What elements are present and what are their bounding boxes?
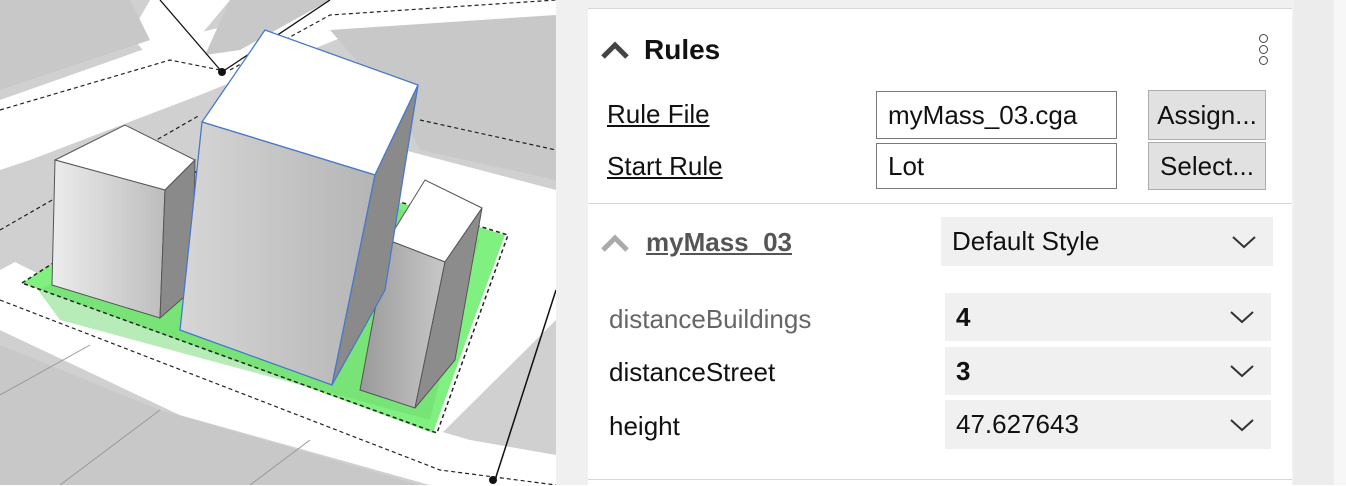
attr-value: 3 bbox=[956, 355, 971, 386]
splitter[interactable] bbox=[556, 0, 578, 485]
attr-dropdown-height[interactable]: 47.627643 bbox=[945, 400, 1271, 449]
mass-rule-title[interactable]: myMass_03 bbox=[646, 227, 792, 258]
attr-dropdown-distance-street[interactable]: 3 bbox=[945, 347, 1271, 395]
select-button[interactable]: Select... bbox=[1148, 142, 1266, 190]
chevron-down-icon bbox=[1230, 311, 1254, 324]
start-rule-field[interactable]: Lot bbox=[876, 143, 1117, 189]
building-left[interactable] bbox=[51, 124, 196, 320]
attr-label-distance-buildings: distanceBuildings bbox=[609, 304, 812, 334]
chevron-down-icon bbox=[1232, 235, 1256, 248]
window-edge bbox=[1334, 0, 1346, 485]
assign-button[interactable]: Assign... bbox=[1148, 90, 1266, 140]
attr-dropdown-distance-buildings[interactable]: 4 bbox=[945, 293, 1271, 341]
attr-label-height: height bbox=[609, 411, 680, 441]
scene-canvas[interactable] bbox=[0, 0, 556, 485]
chevron-down-icon bbox=[1230, 418, 1254, 431]
chevron-down-icon bbox=[1230, 365, 1254, 378]
start-rule-label[interactable]: Start Rule bbox=[607, 151, 723, 182]
rules-title: Rules bbox=[644, 34, 721, 65]
style-dropdown[interactable]: Default Style bbox=[941, 217, 1273, 266]
viewport-3d[interactable] bbox=[0, 0, 556, 485]
chevron-up-icon bbox=[601, 233, 629, 252]
attr-value: 4 bbox=[956, 301, 971, 332]
attr-label-distance-street: distanceStreet bbox=[609, 357, 776, 387]
section-divider bbox=[588, 479, 1292, 480]
section-divider bbox=[588, 203, 1292, 204]
chevron-up-icon bbox=[601, 41, 629, 59]
style-value: Default Style bbox=[952, 226, 1100, 256]
rules-section-header[interactable]: Rules bbox=[600, 34, 720, 66]
attr-value: 47.627643 bbox=[956, 409, 1079, 439]
rule-file-label[interactable]: Rule File bbox=[607, 99, 710, 130]
mass-section-header[interactable]: myMass_03 bbox=[600, 227, 792, 258]
vertical-scrollbar[interactable] bbox=[1294, 0, 1334, 485]
rule-file-field[interactable]: myMass_03.cga bbox=[876, 91, 1117, 139]
more-options-icon[interactable] bbox=[1256, 34, 1270, 65]
